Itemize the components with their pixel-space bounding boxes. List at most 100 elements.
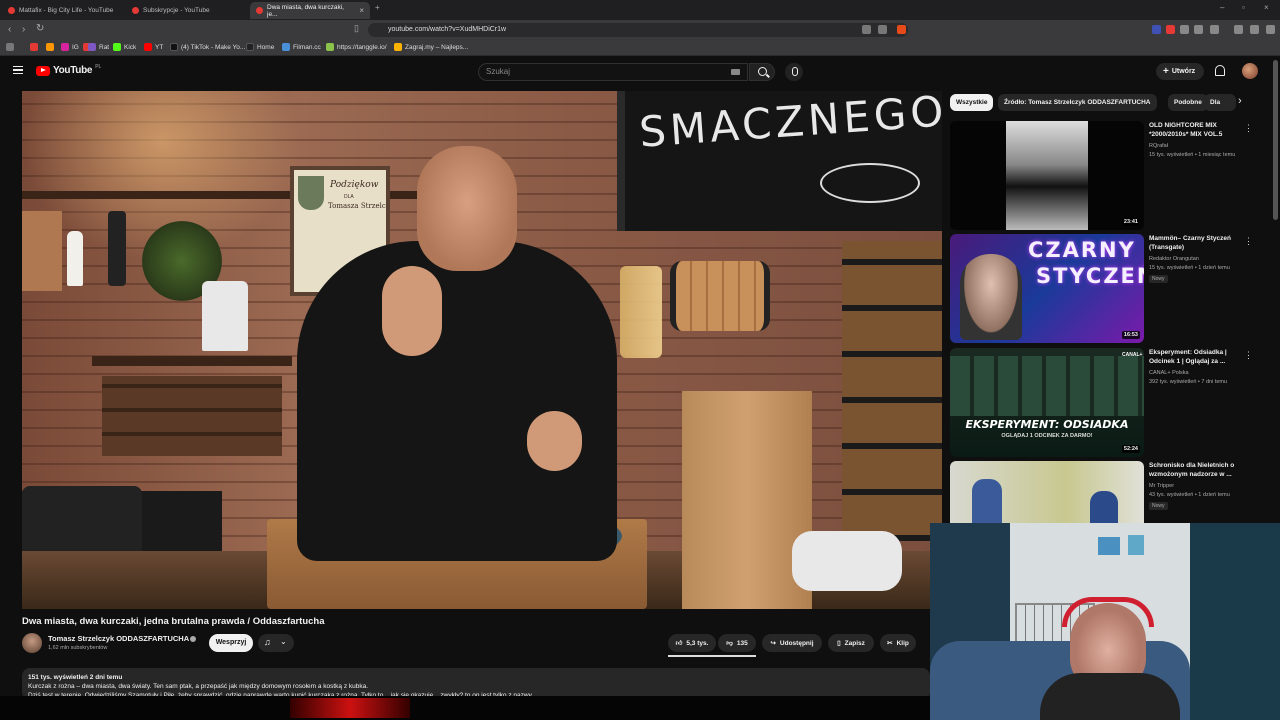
recommendation-title[interactable]: OLD NIGHTCORE MIX *2000/2010s* MIX VOL.5	[1149, 121, 1247, 139]
bookmark-item[interactable]	[30, 43, 41, 51]
chalk-text: SMACZNEGO	[637, 91, 942, 157]
extension-icon[interactable]	[1180, 25, 1189, 34]
keyboard-icon[interactable]	[731, 69, 740, 75]
chip-all[interactable]: Wszystkie	[950, 94, 994, 111]
like-button[interactable]: 👍︎ 5,3 tys.	[668, 634, 716, 652]
video-player[interactable]: SMACZNEGO Podziękow DLA Tomasza Strzelc	[22, 91, 942, 609]
clip-button[interactable]: ✂ Klip	[880, 634, 916, 652]
thumbs-up-icon: 👍︎	[675, 640, 683, 647]
more-options-icon[interactable]: ⋮	[1244, 350, 1253, 361]
bookmark-item[interactable]	[46, 43, 57, 51]
coat-of-arms	[298, 176, 324, 210]
bookmarks-bar: IG Rat Kick YT (4) TikTok - Make Yo... H…	[0, 40, 1280, 56]
apps-icon[interactable]	[6, 43, 14, 51]
video-thumbnail[interactable]	[950, 461, 1144, 523]
recommendation-channel[interactable]: Mr Tripper	[1149, 483, 1174, 489]
browser-tab-1[interactable]: Mattafix - Big City Life - YouTube	[2, 2, 124, 19]
minimize-icon[interactable]: –	[1220, 3, 1224, 12]
more-options-icon[interactable]: ⋮	[1244, 123, 1253, 134]
create-button[interactable]: + Utwórz	[1156, 63, 1204, 80]
reload-icon[interactable]: ↻	[36, 23, 44, 34]
avatar[interactable]	[1242, 63, 1258, 79]
video-thumbnail[interactable]: CANAL+ EKSPERYMENT: ODSIADKA OGLĄDAJ 1 O…	[950, 348, 1144, 457]
person-hand	[527, 411, 582, 471]
bookmark-item[interactable]: Rat	[88, 43, 109, 51]
chevron-right-icon[interactable]: ›	[1238, 95, 1242, 107]
music-icon[interactable]	[1234, 25, 1243, 34]
recommendation-title[interactable]: Schronisko dla Nieletnich o wzmożonym na…	[1149, 461, 1247, 479]
bookmark-item[interactable]: (4) TikTok - Make Yo...	[170, 43, 245, 51]
chip-similar[interactable]: Podobne	[1168, 94, 1208, 111]
recommendation-title[interactable]: Mammön– Czarny Styczeń (Transgate)	[1149, 234, 1247, 252]
dislike-button[interactable]: 👎︎ 135	[718, 634, 756, 652]
tab-label: Mattafix - Big City Life - YouTube	[19, 7, 114, 14]
filter-chips: Wszystkie Źródło: Tomasz Strzelczyk ODDA…	[950, 94, 1246, 111]
wall-picture	[1128, 535, 1144, 555]
bookmark-item[interactable]: https://tanggle.io/	[326, 43, 387, 51]
close-tab-icon[interactable]: ×	[359, 6, 364, 15]
save-button[interactable]: ▯ Zapisz	[828, 634, 874, 652]
chalkboard: SMACZNEGO	[617, 91, 942, 231]
channel-name[interactable]: Tomasz Strzelczyk ODDASZFARTUCHA	[48, 634, 189, 643]
bookmark-item[interactable]: IG	[61, 43, 79, 51]
search-button[interactable]	[749, 63, 775, 81]
channel-avatar[interactable]	[22, 633, 42, 653]
chip-source[interactable]: Źródło: Tomasz Strzelczyk ODDASZFARTUCHA	[998, 94, 1157, 111]
extension-icon[interactable]	[1152, 25, 1161, 34]
subscription-bell-button[interactable]: ♫ ⌄	[258, 634, 294, 652]
youtube-header: YouTube PL Szukaj + Utwórz	[0, 57, 1280, 85]
description-line: Kurczak z rożna – dwa miasta, dwa światy…	[28, 683, 369, 690]
recommendation-item[interactable]: CANAL+ EKSPERYMENT: ODSIADKA OGLĄDAJ 1 O…	[950, 348, 1262, 458]
tab-label: Dwa miasta, dwa kurczaki, je...	[267, 3, 344, 18]
recommendation-item[interactable]: CZARNY STYCZEŃ 16:53 Mammön– Czarny Styc…	[950, 234, 1262, 344]
bookmark-item[interactable]: Home	[246, 43, 274, 51]
thumb-text: STYCZEŃ	[1036, 264, 1144, 288]
close-window-icon[interactable]: ×	[1264, 3, 1269, 12]
bookmark-item[interactable]: YT	[144, 43, 163, 51]
recommendation-channel[interactable]: RQrafał	[1149, 143, 1168, 149]
search-input[interactable]: Szukaj	[478, 63, 748, 81]
share-icon[interactable]	[878, 25, 887, 34]
extension-icon[interactable]	[1210, 25, 1219, 34]
more-options-icon[interactable]: ⋮	[1244, 236, 1253, 247]
notifications-icon[interactable]	[1215, 65, 1225, 76]
hamburger-menu-icon[interactable]	[13, 66, 23, 74]
scrollbar[interactable]	[1273, 60, 1278, 220]
youtube-logo[interactable]: YouTube PL	[36, 64, 101, 76]
browser-tab-2[interactable]: Subskrypcje - YouTube	[126, 2, 248, 19]
recommendation-channel[interactable]: Redaktor Orangutan	[1149, 256, 1199, 262]
extension-icon[interactable]	[1166, 25, 1175, 34]
share-icon: ↪	[770, 640, 776, 647]
menu-icon[interactable]	[1266, 25, 1275, 34]
bookmark-icon[interactable]: ▯	[354, 23, 359, 34]
url-bar[interactable]: youtube.com/watch?v=XudMHDiCr1w	[368, 23, 908, 37]
extension-icon[interactable]	[1194, 25, 1203, 34]
forward-icon[interactable]: ›	[22, 24, 25, 35]
video-thumbnail[interactable]: CZARNY STYCZEŃ 16:53	[950, 234, 1144, 343]
recommendation-item[interactable]: 23:41 OLD NIGHTCORE MIX *2000/2010s* MIX…	[950, 121, 1262, 231]
chip-for-you[interactable]: Dla	[1204, 94, 1236, 111]
recommendation-item[interactable]: Schronisko dla Nieletnich o wzmożonym na…	[950, 461, 1262, 523]
recommendation-title[interactable]: Eksperyment: Odsiadka | Odcinek 1 | Oglą…	[1149, 348, 1247, 366]
new-tab-button[interactable]: +	[375, 3, 380, 12]
brave-shield-icon[interactable]	[897, 25, 906, 34]
back-icon[interactable]: ‹	[8, 24, 11, 35]
bookmark-item[interactable]: Zagraj.my – Najleps...	[394, 43, 468, 51]
microphone-icon[interactable]	[785, 63, 803, 81]
maximize-icon[interactable]: ▫	[1242, 3, 1245, 12]
video-thumbnail[interactable]: 23:41	[950, 121, 1144, 230]
wallet-icon[interactable]	[1250, 25, 1259, 34]
wine-rack	[842, 241, 942, 541]
support-button[interactable]: Wesprzyj	[209, 634, 253, 652]
crates	[102, 376, 282, 456]
shelf	[92, 356, 292, 366]
recommendation-meta: 15 tys. wyświetleń • 1 dzień temu	[1149, 265, 1230, 271]
screen-icon[interactable]	[862, 25, 871, 34]
recommendation-channel[interactable]: CANAL+ Polska	[1149, 370, 1189, 376]
browser-tab-active[interactable]: Dwa miasta, dwa kurczaki, je... ×	[250, 2, 370, 19]
share-button[interactable]: ↪ Udostępnij	[762, 634, 822, 652]
bookmark-item[interactable]: Kick	[113, 43, 136, 51]
tab-label: Subskrypcje - YouTube	[143, 7, 210, 14]
frame-sub: DLA	[344, 194, 354, 200]
bookmark-item[interactable]: Filman.cc	[282, 43, 321, 51]
